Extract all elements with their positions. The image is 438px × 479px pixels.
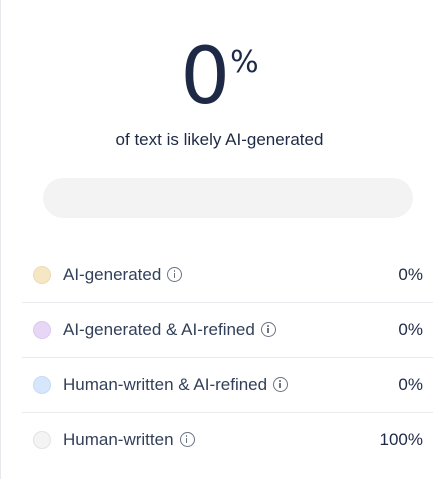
breakdown-label: Human-written & AI-refined <box>63 375 268 394</box>
breakdown-list: AI-generated 0% AI-generated & AI-refine… <box>22 248 433 468</box>
ai-score: 0% <box>1 38 438 118</box>
breakdown-row-human-written-ai-refined: Human-written & AI-refined 0% <box>22 358 433 413</box>
ai-proportion-bar <box>43 178 413 218</box>
info-icon[interactable] <box>260 322 276 337</box>
breakdown-value: 100% <box>379 430 423 449</box>
ai-score-value: 0 <box>180 32 230 122</box>
breakdown-row-ai-generated-ai-refined: AI-generated & AI-refined 0% <box>22 303 433 358</box>
breakdown-value: 0% <box>398 375 423 394</box>
ai-generated-color-dot <box>33 266 51 284</box>
breakdown-label: AI-generated & AI-refined <box>63 320 255 339</box>
ai-refined-color-dot <box>33 321 51 339</box>
breakdown-value: 0% <box>398 265 423 284</box>
info-icon[interactable] <box>167 267 183 282</box>
breakdown-value: 0% <box>398 320 423 339</box>
breakdown-label: Human-written <box>63 430 174 449</box>
info-icon[interactable] <box>179 432 195 447</box>
human-ai-refined-color-dot <box>33 376 51 394</box>
human-written-color-dot <box>33 431 51 449</box>
ai-detection-panel: 0% of text is likely AI-generated AI-gen… <box>0 0 438 479</box>
ai-score-unit: % <box>230 45 259 80</box>
breakdown-label: AI-generated <box>63 265 162 284</box>
ai-score-caption: of text is likely AI-generated <box>115 130 324 149</box>
breakdown-row-ai-generated: AI-generated 0% <box>22 248 433 303</box>
breakdown-row-human-written: Human-written 100% <box>22 413 433 468</box>
info-icon[interactable] <box>273 377 289 392</box>
